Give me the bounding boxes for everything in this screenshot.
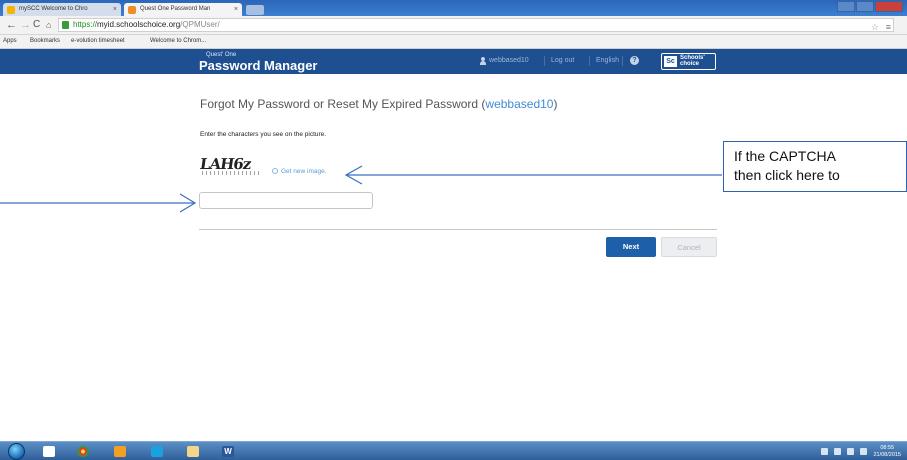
address-bar-row: ← → C ⌂ https://myid.schoolschoice.org/Q…	[0, 16, 907, 35]
tab-favicon-icon	[128, 6, 136, 14]
clock-time: 08:55	[880, 444, 895, 451]
windows-taskbar: W 08:55 21/08/2015	[0, 441, 907, 460]
captcha-instruction: Enter the characters you see on the pict…	[200, 131, 327, 138]
get-new-image-link[interactable]: Get new image.	[272, 168, 327, 175]
tab-label: mySCC Welcome to Chro	[19, 6, 88, 12]
chrome-icon	[77, 446, 89, 457]
taskbar-explorer-icon[interactable]	[180, 444, 206, 459]
refresh-icon	[272, 168, 278, 174]
callout-arrow-head	[344, 165, 363, 185]
system-clock[interactable]: 08:55 21/08/2015	[873, 445, 901, 459]
tab-favicon-icon	[7, 6, 15, 14]
forward-arrow-icon[interactable]: →	[20, 18, 31, 32]
app-header: Quest' One Password Manager webbased10 L…	[0, 49, 907, 74]
home-icon[interactable]: ⌂	[46, 18, 51, 32]
outlook-icon	[114, 446, 126, 457]
language-link[interactable]: English	[596, 57, 619, 64]
clock-date: 21/08/2015	[873, 451, 901, 458]
volume-icon[interactable]	[847, 448, 855, 455]
form-divider	[199, 229, 717, 230]
tab-label: Quest One Password Man	[140, 6, 211, 12]
captcha-noise	[202, 171, 260, 175]
help-icon[interactable]: ?	[630, 56, 639, 65]
bookmark-bookmarks[interactable]: Bookmarks	[30, 35, 60, 48]
maximize-button[interactable]	[856, 1, 874, 12]
page-title-text: Forgot My Password or Reset My Expired P…	[200, 97, 486, 111]
new-tab-button[interactable]	[246, 5, 264, 15]
folder-icon	[187, 446, 199, 457]
tray-arrow-icon[interactable]	[821, 448, 829, 455]
user-icon	[480, 57, 486, 65]
close-tab-icon[interactable]: ×	[113, 3, 117, 16]
brand-title: Password Manager	[199, 58, 318, 73]
get-new-image-label: Get new image.	[281, 168, 327, 175]
page-title: Forgot My Password or Reset My Expired P…	[200, 97, 557, 111]
skype-icon	[151, 446, 163, 457]
browser-tabstrip: mySCC Welcome to Chro × Quest One Passwo…	[0, 0, 907, 16]
close-window-button[interactable]	[875, 1, 903, 12]
close-tab-icon[interactable]: ×	[234, 3, 238, 16]
url-scheme: https://	[73, 20, 98, 29]
taskbar-chrome-icon[interactable]	[70, 444, 96, 459]
browser-menu-icon[interactable]: ≡	[886, 21, 891, 33]
taskbar-skype-icon[interactable]	[144, 444, 170, 459]
page-title-suffix: )	[553, 97, 558, 111]
bookmarks-bar: Apps Bookmarks e-volution timesheet Welc…	[0, 35, 907, 49]
taskbar-outlook-icon[interactable]	[107, 444, 133, 459]
header-username[interactable]: webbased10	[489, 57, 529, 64]
network-icon[interactable]	[834, 448, 842, 455]
header-separator	[622, 56, 623, 66]
word-icon: W	[222, 446, 234, 457]
minimize-button[interactable]	[837, 1, 855, 12]
schools-choice-logo: Sc Schools' choice	[661, 53, 716, 70]
start-button[interactable]	[8, 443, 25, 460]
next-button[interactable]: Next	[606, 237, 656, 257]
logout-link[interactable]: Log out	[551, 57, 574, 64]
browser-tab-myscc[interactable]: mySCC Welcome to Chro ×	[3, 3, 121, 16]
window-controls	[837, 1, 903, 13]
taskbar-word-icon[interactable]: W	[215, 444, 241, 459]
logo-line-2: choice	[680, 61, 700, 67]
bookmark-welcome[interactable]: Welcome to Chrom...	[150, 35, 206, 48]
reload-icon[interactable]: C	[33, 18, 40, 32]
captcha-answer-input[interactable]	[199, 192, 373, 209]
logo-text: Schools' choice	[680, 55, 705, 67]
bookmark-timesheet[interactable]: e-volution timesheet	[71, 35, 125, 48]
logo-mark: Sc	[664, 56, 677, 67]
system-tray: 08:55 21/08/2015	[821, 443, 901, 460]
file-icon	[43, 446, 55, 457]
url-input[interactable]: https://myid.schoolschoice.org/QPMUser/ …	[58, 18, 894, 32]
taskbar-file-icon[interactable]	[36, 444, 62, 459]
callout-line-2: then click here to	[734, 167, 840, 183]
lock-icon	[62, 21, 69, 29]
back-arrow-icon[interactable]: ←	[6, 18, 17, 32]
cancel-button[interactable]: Cancel	[661, 237, 717, 257]
captcha-image: LAH6z	[199, 153, 264, 177]
bookmark-apps[interactable]: Apps	[3, 35, 17, 48]
url-path: /QPMUser/	[180, 20, 220, 29]
annotation-callout: If the CAPTCHA then click here to	[723, 141, 907, 192]
browser-tab-password-manager[interactable]: Quest One Password Man ×	[124, 3, 242, 16]
header-separator	[544, 56, 545, 66]
header-separator	[589, 56, 590, 66]
bookmark-star-icon[interactable]: ☆	[871, 21, 879, 33]
callout-line-1: If the CAPTCHA	[734, 148, 836, 164]
url-host: myid.schoolschoice.org	[97, 20, 181, 29]
page-title-username: webbased10	[485, 97, 554, 111]
flag-icon[interactable]	[860, 448, 868, 455]
input-arrow-head	[179, 193, 197, 213]
